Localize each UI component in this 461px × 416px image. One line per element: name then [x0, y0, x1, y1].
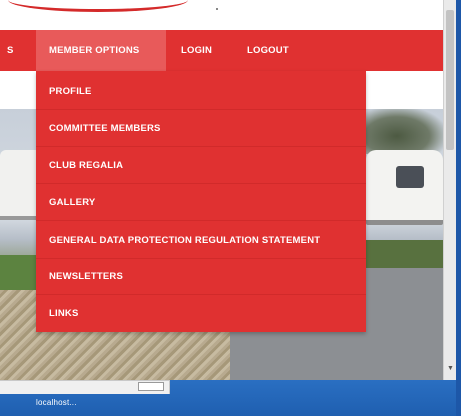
photo-hedge	[366, 240, 443, 270]
scrollbar-thumb[interactable]	[446, 10, 454, 150]
dropdown-item-gallery[interactable]: GALLERY	[36, 184, 366, 221]
nav-item-logout[interactable]: LOGOUT	[247, 30, 289, 71]
photo-caravan-left	[0, 150, 36, 220]
header-dot	[216, 8, 218, 10]
vertical-scrollbar[interactable]: ▼	[443, 0, 456, 380]
member-options-dropdown: PROFILE COMMITTEE MEMBERS CLUB REGALIA G…	[36, 71, 366, 332]
browser-viewport: S MEMBER OPTIONS LOGIN LOGOUT PROFILE CO…	[0, 0, 443, 380]
main-navbar: S MEMBER OPTIONS LOGIN LOGOUT	[0, 30, 443, 71]
dropdown-item-gdpr-statement[interactable]: GENERAL DATA PROTECTION REGULATION STATE…	[36, 222, 366, 259]
dropdown-item-committee-members[interactable]: COMMITTEE MEMBERS	[36, 110, 366, 147]
photo-trees	[366, 109, 443, 154]
dropdown-item-newsletters[interactable]: NEWSLETTERS	[36, 258, 366, 295]
status-tray-icon	[138, 382, 164, 391]
logo-swoosh	[8, 0, 188, 12]
nav-item-member-options[interactable]: MEMBER OPTIONS	[36, 30, 166, 71]
nav-item-partial[interactable]: S	[7, 30, 14, 71]
desktop-edge	[456, 0, 461, 416]
dropdown-item-profile[interactable]: PROFILE	[36, 73, 366, 110]
site-header	[0, 0, 443, 30]
dropdown-item-club-regalia[interactable]: CLUB REGALIA	[36, 147, 366, 184]
status-url-text: localhost...	[36, 398, 77, 407]
dropdown-item-links[interactable]: LINKS	[36, 295, 366, 332]
scroll-down-arrow-icon[interactable]: ▼	[446, 364, 455, 373]
photo-caravan-window	[396, 166, 424, 188]
nav-item-login[interactable]: LOGIN	[181, 30, 212, 71]
